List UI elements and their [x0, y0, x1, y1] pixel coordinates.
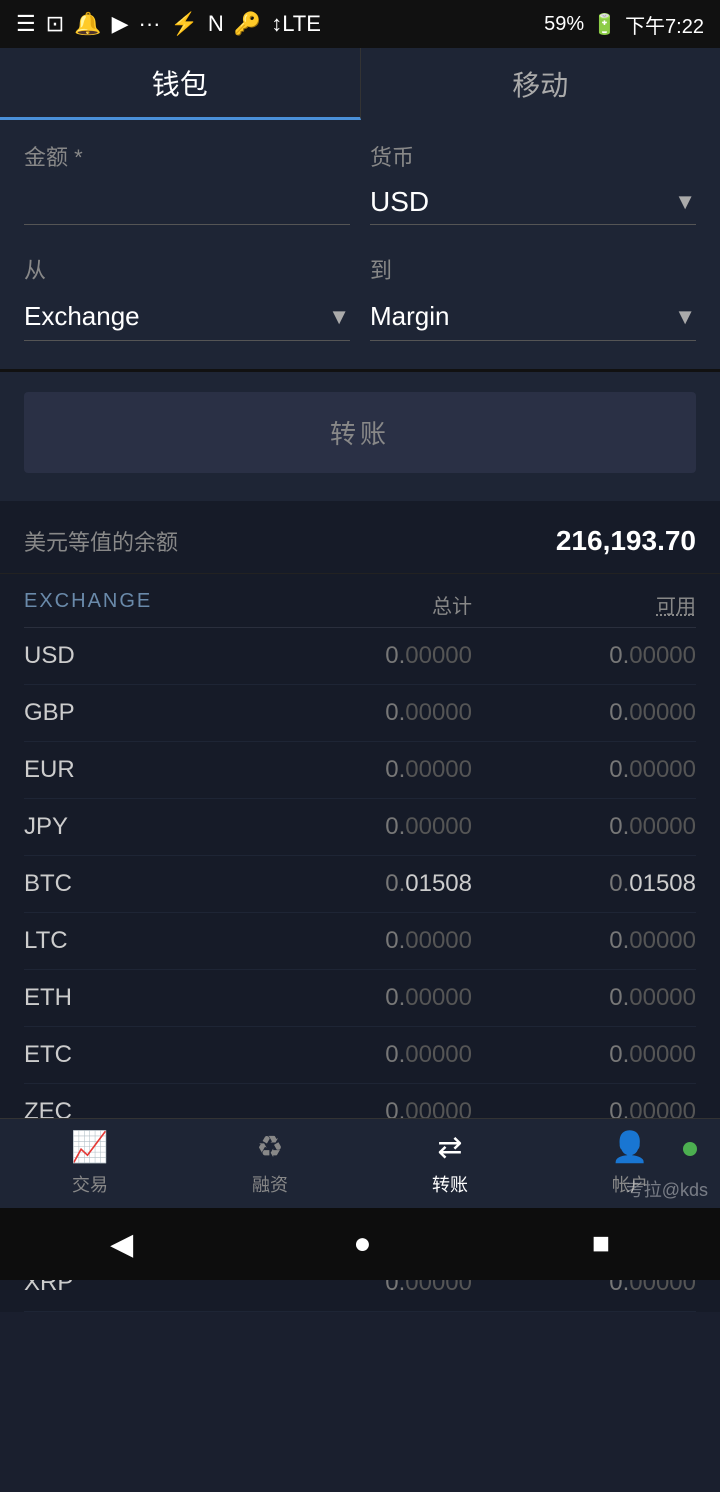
finance-icon: ♻ — [257, 1130, 284, 1165]
cast-icon: ▶ — [112, 11, 129, 37]
cell-currency-name: ETC — [24, 1041, 248, 1069]
balance-row: 美元等值的余额 216,193.70 — [24, 525, 696, 557]
transfer-icon: ⇄ — [437, 1130, 462, 1165]
cell-available: 0.00000 — [472, 984, 696, 1012]
cell-available: 0.00000 — [472, 642, 696, 670]
cell-currency-name: ETH — [24, 984, 248, 1012]
to-label: 到 — [370, 253, 696, 285]
top-tab-bar: 钱包 移动 — [0, 48, 720, 120]
home-button[interactable]: ● — [353, 1227, 371, 1261]
cell-currency-name: JPY — [24, 813, 248, 841]
from-select[interactable]: Exchange ▼ — [24, 293, 350, 341]
tab-wallet[interactable]: 钱包 — [0, 48, 361, 120]
transfer-button-wrapper: 转账 — [0, 371, 720, 501]
cell-total: 0.00000 — [248, 756, 472, 784]
from-field: 从 Exchange ▼ — [24, 253, 350, 341]
from-to-row: 从 Exchange ▼ 到 Margin ▼ — [24, 253, 696, 341]
transfer-button[interactable]: 转账 — [24, 392, 696, 473]
cell-currency-name: GBP — [24, 699, 248, 727]
currency-field: 货币 USD ▼ — [370, 140, 696, 225]
cell-total: 0.00000 — [248, 813, 472, 841]
to-dropdown-arrow: ▼ — [674, 304, 696, 330]
recent-button[interactable]: ■ — [592, 1227, 610, 1261]
cell-currency-name: EUR — [24, 756, 248, 784]
cell-available: 0.00000 — [472, 927, 696, 955]
account-icon: 👤 — [611, 1130, 648, 1165]
cell-available: 0.01508 — [472, 870, 696, 898]
amount-field: 金额 * — [24, 140, 350, 225]
table-row: EUR0.000000.00000 — [24, 742, 696, 799]
nav-item-transfer[interactable]: ⇄ 转账 — [360, 1130, 540, 1197]
currency-select[interactable]: USD ▼ — [370, 180, 696, 225]
watermark: 考拉@kds — [626, 1176, 708, 1202]
balance-label: 美元等值的余额 — [24, 525, 178, 557]
col-total-header: 总计 — [248, 590, 472, 619]
nfc-icon: N — [208, 11, 224, 37]
more-icon: ··· — [139, 11, 161, 37]
back-button[interactable]: ◀ — [110, 1227, 133, 1262]
nav-item-trade[interactable]: 📈 交易 — [0, 1130, 180, 1197]
from-value: Exchange — [24, 301, 328, 332]
col-available-header: 可用 — [472, 590, 696, 619]
signal-icon: ↕LTE — [271, 11, 321, 37]
currency-label: 货币 — [370, 140, 696, 172]
from-label: 从 — [24, 253, 350, 285]
table-row: USD0.000000.00000 — [24, 628, 696, 685]
currency-dropdown-arrow: ▼ — [674, 189, 696, 215]
status-bar: ☰ ⊡ 🔔 ▶ ··· ⚡ N 🔑 ↕LTE 59% 🔋 下午7:22 — [0, 0, 720, 48]
trade-icon: 📈 — [71, 1130, 108, 1165]
cell-total: 0.00000 — [248, 642, 472, 670]
battery-icon: 🔋 — [592, 12, 617, 37]
app-icon: ⊡ — [46, 11, 64, 37]
table-row: ETH0.000000.00000 — [24, 970, 696, 1027]
cell-total: 0.01508 — [248, 870, 472, 898]
currency-value: USD — [370, 186, 674, 218]
amount-currency-row: 金额 * 货币 USD ▼ — [24, 140, 696, 225]
menu-icon: ☰ — [16, 11, 36, 37]
cell-currency-name: USD — [24, 642, 248, 670]
account-notification-dot — [683, 1142, 697, 1156]
status-left: ☰ ⊡ 🔔 ▶ ··· ⚡ N 🔑 ↕LTE — [16, 11, 321, 37]
status-right: 59% 🔋 下午7:22 — [544, 10, 704, 39]
cell-available: 0.00000 — [472, 756, 696, 784]
balance-value: 216,193.70 — [556, 525, 696, 557]
android-nav: ◀ ● ■ — [0, 1208, 720, 1280]
table-row: JPY0.000000.00000 — [24, 799, 696, 856]
col-section-title: EXCHANGE — [24, 590, 248, 619]
battery-text: 59% — [544, 13, 584, 36]
tab-move[interactable]: 移动 — [361, 48, 720, 120]
cell-total: 0.00000 — [248, 1041, 472, 1069]
cell-currency-name: BTC — [24, 870, 248, 898]
bottom-nav: 📈 交易 ♻ 融资 ⇄ 转账 👤 帐户 — [0, 1118, 720, 1208]
nav-item-finance[interactable]: ♻ 融资 — [180, 1130, 360, 1197]
table-row: BTC0.015080.01508 — [24, 856, 696, 913]
table-row: ETC0.000000.00000 — [24, 1027, 696, 1084]
table-row: LTC0.000000.00000 — [24, 913, 696, 970]
bluetooth-icon: ⚡ — [170, 11, 197, 37]
cell-total: 0.00000 — [248, 699, 472, 727]
key-icon: 🔑 — [234, 11, 261, 37]
notification-icon: 🔔 — [74, 11, 101, 37]
table-header: EXCHANGE 总计 可用 — [24, 574, 696, 628]
to-select[interactable]: Margin ▼ — [370, 293, 696, 341]
balance-section: 美元等值的余额 216,193.70 — [0, 501, 720, 574]
cell-total: 0.00000 — [248, 984, 472, 1012]
to-value: Margin — [370, 301, 674, 332]
cell-available: 0.00000 — [472, 813, 696, 841]
cell-total: 0.00000 — [248, 927, 472, 955]
amount-label: 金额 * — [24, 140, 350, 172]
transfer-form: 金额 * 货币 USD ▼ 从 Exchange ▼ 到 Margin ▼ — [0, 120, 720, 371]
time-text: 下午7:22 — [625, 10, 704, 39]
cell-currency-name: LTC — [24, 927, 248, 955]
cell-available: 0.00000 — [472, 699, 696, 727]
cell-available: 0.00000 — [472, 1041, 696, 1069]
amount-input[interactable] — [24, 180, 350, 225]
table-row: GBP0.000000.00000 — [24, 685, 696, 742]
to-field: 到 Margin ▼ — [370, 253, 696, 341]
from-dropdown-arrow: ▼ — [328, 304, 350, 330]
